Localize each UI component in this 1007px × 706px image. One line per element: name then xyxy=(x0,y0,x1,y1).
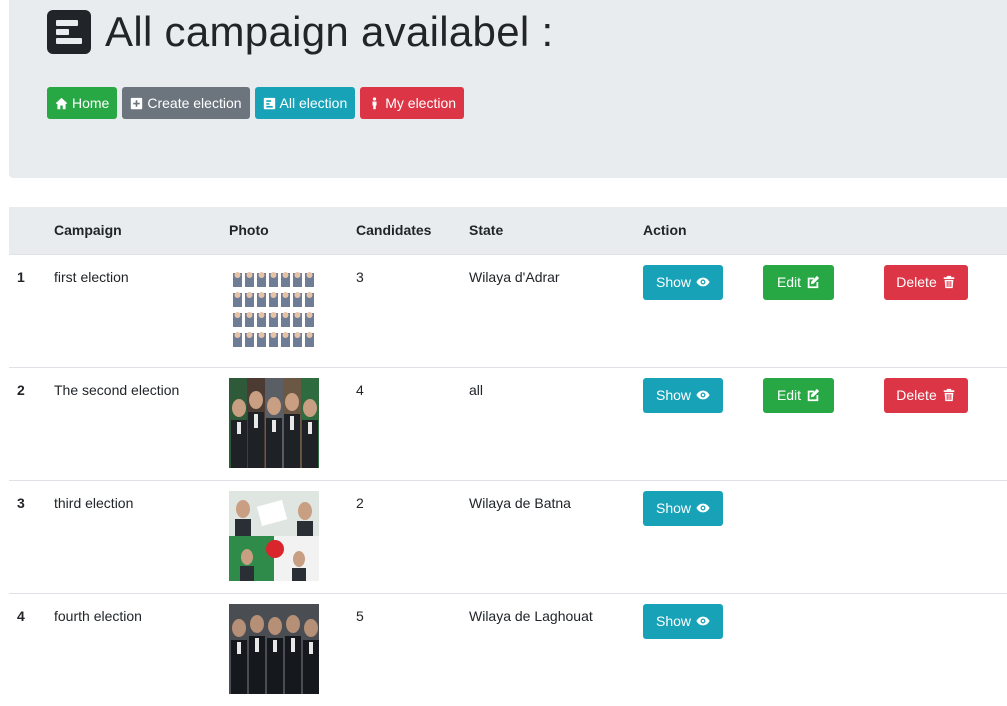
header-spacer xyxy=(763,207,884,254)
all-election-label: All election xyxy=(279,95,348,111)
campaign-name: The second election xyxy=(54,366,229,480)
candidates-group-photo xyxy=(229,377,319,468)
campaign-name: fourth election xyxy=(54,592,229,706)
candidates-lineup-photo xyxy=(229,603,319,694)
edit-button-label: Edit xyxy=(776,387,802,403)
state-name: Wilaya de Batna xyxy=(469,479,643,593)
edit-icon xyxy=(807,388,820,402)
eye-icon xyxy=(696,390,710,400)
campaign-name: first election xyxy=(54,253,229,367)
show-cell: Show xyxy=(643,253,763,367)
show-button[interactable]: Show xyxy=(643,490,723,526)
table-row: 4 fourth election 5 Wilaya de Laghouat S… xyxy=(9,592,1007,706)
show-button-label: Show xyxy=(655,500,692,516)
nav-buttons: Home Create election All election My ele… xyxy=(47,87,465,119)
home-button-label: Home xyxy=(72,95,110,111)
page-title-text: All campaign availabel : xyxy=(105,8,554,55)
eye-icon xyxy=(696,503,710,513)
edit-icon xyxy=(807,275,820,289)
table-row: 1 first election 3 Wilaya d'Adrar Show E… xyxy=(9,253,1007,367)
delete-button[interactable]: Delete xyxy=(884,264,968,300)
trash-icon xyxy=(943,275,954,289)
table-row: 3 third election 2 Wilaya de Batna Show xyxy=(9,479,1007,593)
plus-square-icon xyxy=(131,97,143,109)
candidates-count: 3 xyxy=(356,253,469,367)
photo-cell xyxy=(229,366,356,480)
header-state: State xyxy=(469,222,504,239)
table-row: 2 The second election 4 all Show Edit De… xyxy=(9,366,1007,480)
campaign-name: third election xyxy=(54,479,229,593)
show-button[interactable]: Show xyxy=(643,603,723,639)
show-button[interactable]: Show xyxy=(643,377,723,413)
empty-cell xyxy=(884,479,1007,593)
poll-icon xyxy=(263,97,275,109)
candidates-count: 5 xyxy=(356,592,469,706)
my-election-label: My election xyxy=(385,95,457,111)
edit-button[interactable]: Edit xyxy=(763,377,834,413)
create-election-label: Create election xyxy=(147,95,242,111)
candidates-count: 4 xyxy=(356,366,469,480)
table-header: Campaign Photo Candidates State Action xyxy=(9,207,1007,254)
delete-cell: Delete xyxy=(884,253,1007,367)
header-action: Action xyxy=(643,222,687,239)
row-index: 1 xyxy=(9,253,54,367)
show-cell: Show xyxy=(643,479,763,593)
jumbotron-header: All campaign availabel : Home Create ele… xyxy=(9,0,1007,178)
candidates-grid-photo xyxy=(229,264,319,355)
empty-cell xyxy=(763,479,884,593)
state-name: Wilaya de Laghouat xyxy=(469,592,643,706)
create-election-button[interactable]: Create election xyxy=(122,87,250,119)
vote-collage-photo xyxy=(229,490,319,581)
row-index: 4 xyxy=(9,592,54,706)
empty-cell xyxy=(763,592,884,706)
header-candidates: Candidates xyxy=(356,222,432,239)
state-name: Wilaya d'Adrar xyxy=(469,253,643,367)
trash-icon xyxy=(943,388,954,402)
header-photo: Photo xyxy=(229,222,269,239)
show-button[interactable]: Show xyxy=(643,264,723,300)
show-button-label: Show xyxy=(655,613,692,629)
photo-cell xyxy=(229,479,356,593)
show-cell: Show xyxy=(643,366,763,480)
all-election-button[interactable]: All election xyxy=(254,87,356,119)
empty-cell xyxy=(884,592,1007,706)
campaign-table: Campaign Photo Candidates State Action 1… xyxy=(9,207,1007,706)
edit-cell: Edit xyxy=(763,253,884,367)
delete-cell: Delete xyxy=(884,366,1007,480)
my-election-button[interactable]: My election xyxy=(360,87,465,119)
header-index xyxy=(9,207,54,254)
edit-button-label: Edit xyxy=(776,274,802,290)
header-campaign: Campaign xyxy=(54,222,122,239)
state-name: all xyxy=(469,366,643,480)
photo-cell xyxy=(229,253,356,367)
page-title: All campaign availabel : xyxy=(47,8,553,56)
eye-icon xyxy=(696,616,710,626)
person-icon xyxy=(372,96,377,109)
edit-cell: Edit xyxy=(763,366,884,480)
eye-icon xyxy=(696,277,710,287)
candidates-count: 2 xyxy=(356,479,469,593)
edit-button[interactable]: Edit xyxy=(763,264,834,300)
show-cell: Show xyxy=(643,592,763,706)
row-index: 2 xyxy=(9,366,54,480)
photo-cell xyxy=(229,592,356,706)
delete-button-label: Delete xyxy=(896,387,937,403)
poll-icon xyxy=(47,10,91,54)
show-button-label: Show xyxy=(655,387,692,403)
header-spacer-2 xyxy=(884,207,1007,254)
show-button-label: Show xyxy=(655,274,692,290)
row-index: 3 xyxy=(9,479,54,593)
home-icon xyxy=(55,97,68,109)
home-button[interactable]: Home xyxy=(47,87,118,119)
delete-button-label: Delete xyxy=(896,274,937,290)
delete-button[interactable]: Delete xyxy=(884,377,968,413)
